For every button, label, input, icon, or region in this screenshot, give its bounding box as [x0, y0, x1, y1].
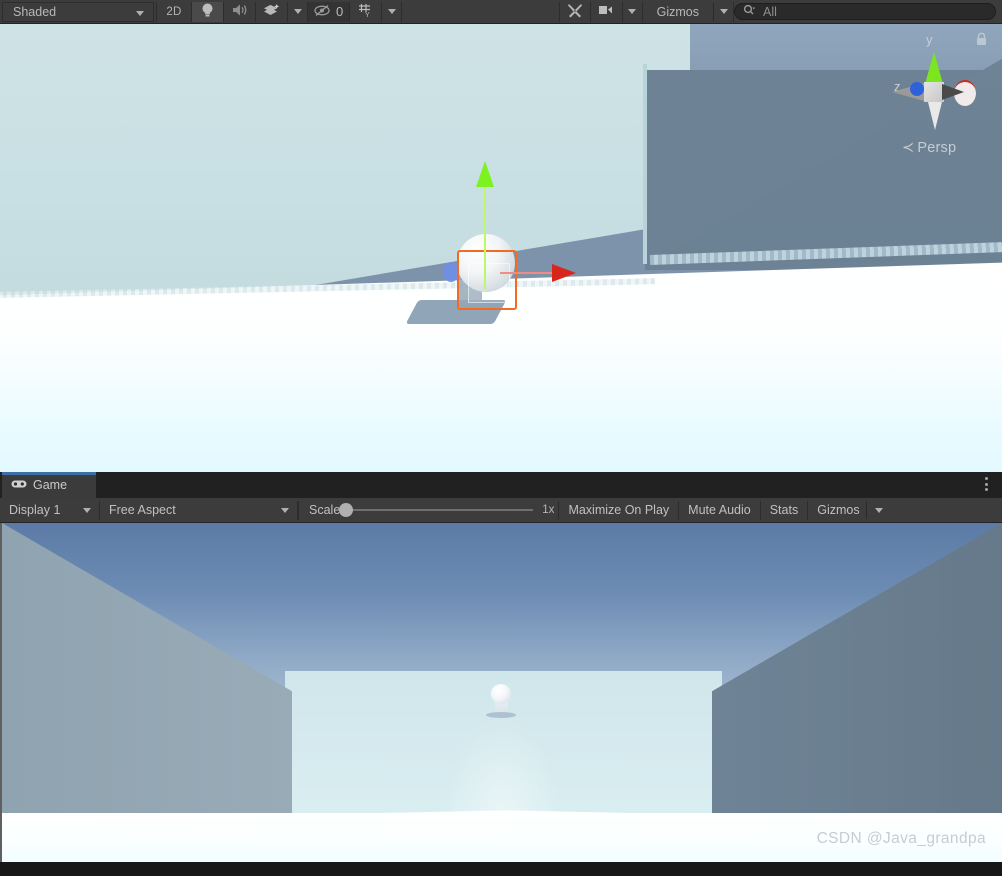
grid-visibility-toggle[interactable]: Y [350, 1, 383, 22]
chevron-down-icon [628, 9, 637, 14]
chevron-down-icon [293, 9, 302, 14]
scene-search-field[interactable]: All [734, 3, 996, 20]
scene-camera-dropdown[interactable] [622, 1, 643, 22]
game-light-glow [442, 713, 562, 819]
maximize-on-play-label: Maximize On Play [568, 503, 670, 517]
game-player-sphere [491, 684, 511, 712]
orientation-handle-z[interactable] [910, 82, 924, 96]
speaker-icon [232, 3, 248, 20]
scale-label: Scale [309, 503, 341, 517]
scale-slider-knob[interactable] [339, 503, 354, 517]
unity-editor-window: Shaded 2D 0 Y Gizmos All y z ≺ Persp Gam… [0, 0, 1002, 876]
chevron-down-icon [874, 507, 883, 513]
chevron-down-icon [281, 507, 289, 513]
projection-mode-label: Persp [917, 140, 957, 156]
scale-slider-track[interactable] [339, 503, 534, 517]
scene-camera-icon [598, 4, 615, 19]
mute-audio-label: Mute Audio [688, 503, 751, 517]
orientation-cone-x[interactable] [942, 84, 964, 100]
tab-game[interactable]: Game [2, 472, 96, 498]
lightbulb-icon [201, 3, 214, 21]
scene-view-viewport[interactable]: y x z ≺Persp [0, 24, 1002, 472]
display-label: Display 1 [9, 503, 61, 517]
watermark-text: CSDN @Java_grandpa [816, 830, 986, 847]
scene-tools-button[interactable] [558, 1, 591, 22]
orientation-axis-y-label[interactable]: y [926, 32, 933, 47]
scene-effects-toggle[interactable] [256, 1, 288, 22]
tab-game-label: Game [33, 478, 68, 492]
chevron-down-icon [83, 507, 91, 513]
chevron-down-icon [387, 9, 396, 14]
game-sphere-shadow [486, 712, 516, 718]
game-view-viewport[interactable]: CSDN @Java_grandpa [0, 523, 1002, 862]
toggle-2d-button[interactable]: 2D [156, 1, 192, 22]
scene-effects-dropdown[interactable] [288, 1, 308, 22]
game-view-toolbar: Display 1 Free Aspect Scale 1x Maximize … [0, 498, 1002, 523]
gizmos-dropdown[interactable] [714, 1, 734, 22]
draw-mode-dropdown[interactable]: Shaded [2, 1, 154, 22]
game-gizmos-label: Gizmos [817, 503, 860, 517]
search-icon [743, 4, 756, 19]
lock-icon[interactable] [975, 32, 988, 52]
mute-audio-button[interactable]: Mute Audio [679, 500, 761, 520]
move-gizmo-axis-x[interactable] [552, 264, 576, 282]
hidden-objects-toggle[interactable]: 0 [308, 1, 351, 22]
game-gizmos-dropdown[interactable] [867, 501, 893, 520]
projection-mode-toggle[interactable]: ≺ Persp [902, 140, 956, 156]
move-gizmo-axis-y-line [484, 179, 486, 289]
move-gizmo-axis-y[interactable] [476, 161, 494, 187]
stats-button[interactable]: Stats [761, 500, 809, 520]
hidden-objects-count: 0 [336, 4, 344, 19]
gizmos-toggle-button[interactable]: Gizmos [642, 1, 713, 22]
game-gizmos-button[interactable]: Gizmos [808, 501, 865, 520]
gamepad-icon [11, 478, 27, 492]
toggle-2d-label: 2D [166, 5, 182, 18]
chevron-left-icon: ≺ [902, 140, 915, 156]
game-player-head [491, 684, 511, 704]
kebab-menu-icon[interactable] [985, 477, 988, 491]
chevron-down-icon [719, 9, 728, 14]
orientation-cone-negative-y[interactable] [928, 102, 942, 130]
svg-text:Y: Y [365, 12, 370, 18]
grid-y-icon: Y [357, 3, 374, 21]
scene-wall-edge [643, 64, 647, 264]
aspect-ratio-label: Free Aspect [109, 503, 176, 517]
window-bottom-strip [0, 862, 1002, 876]
move-gizmo-plane-handle[interactable] [468, 263, 510, 303]
grid-dropdown[interactable] [382, 1, 403, 22]
effects-layers-icon [263, 3, 280, 21]
scale-value-label: 1x [542, 504, 555, 516]
tools-wrench-screwdriver-icon [567, 2, 583, 21]
chevron-down-icon [136, 10, 144, 16]
eye-off-icon [314, 4, 331, 20]
scene-view-toolbar: Shaded 2D 0 Y Gizmos All [0, 0, 1002, 24]
orientation-center-cube[interactable] [924, 82, 944, 102]
draw-mode-label: Shaded [13, 4, 57, 19]
scene-search-placeholder: All [763, 4, 777, 19]
scene-orientation-gizmo[interactable]: y x z ≺Persp [880, 30, 990, 170]
scene-lighting-toggle[interactable] [192, 1, 224, 22]
gizmos-label: Gizmos [656, 4, 699, 19]
orientation-cone-y[interactable] [925, 52, 943, 84]
display-dropdown[interactable]: Display 1 [0, 500, 100, 520]
move-gizmo-axis-x-line [500, 272, 556, 274]
maximize-on-play-button[interactable]: Maximize On Play [559, 500, 680, 520]
stats-label: Stats [769, 503, 799, 517]
game-panel-tabbar: Game [0, 472, 1002, 498]
aspect-ratio-dropdown[interactable]: Free Aspect [100, 500, 298, 520]
scale-slider-group[interactable]: Scale 1x [298, 500, 560, 520]
scene-audio-toggle[interactable] [224, 1, 256, 22]
scene-camera-settings-button[interactable] [590, 1, 623, 22]
